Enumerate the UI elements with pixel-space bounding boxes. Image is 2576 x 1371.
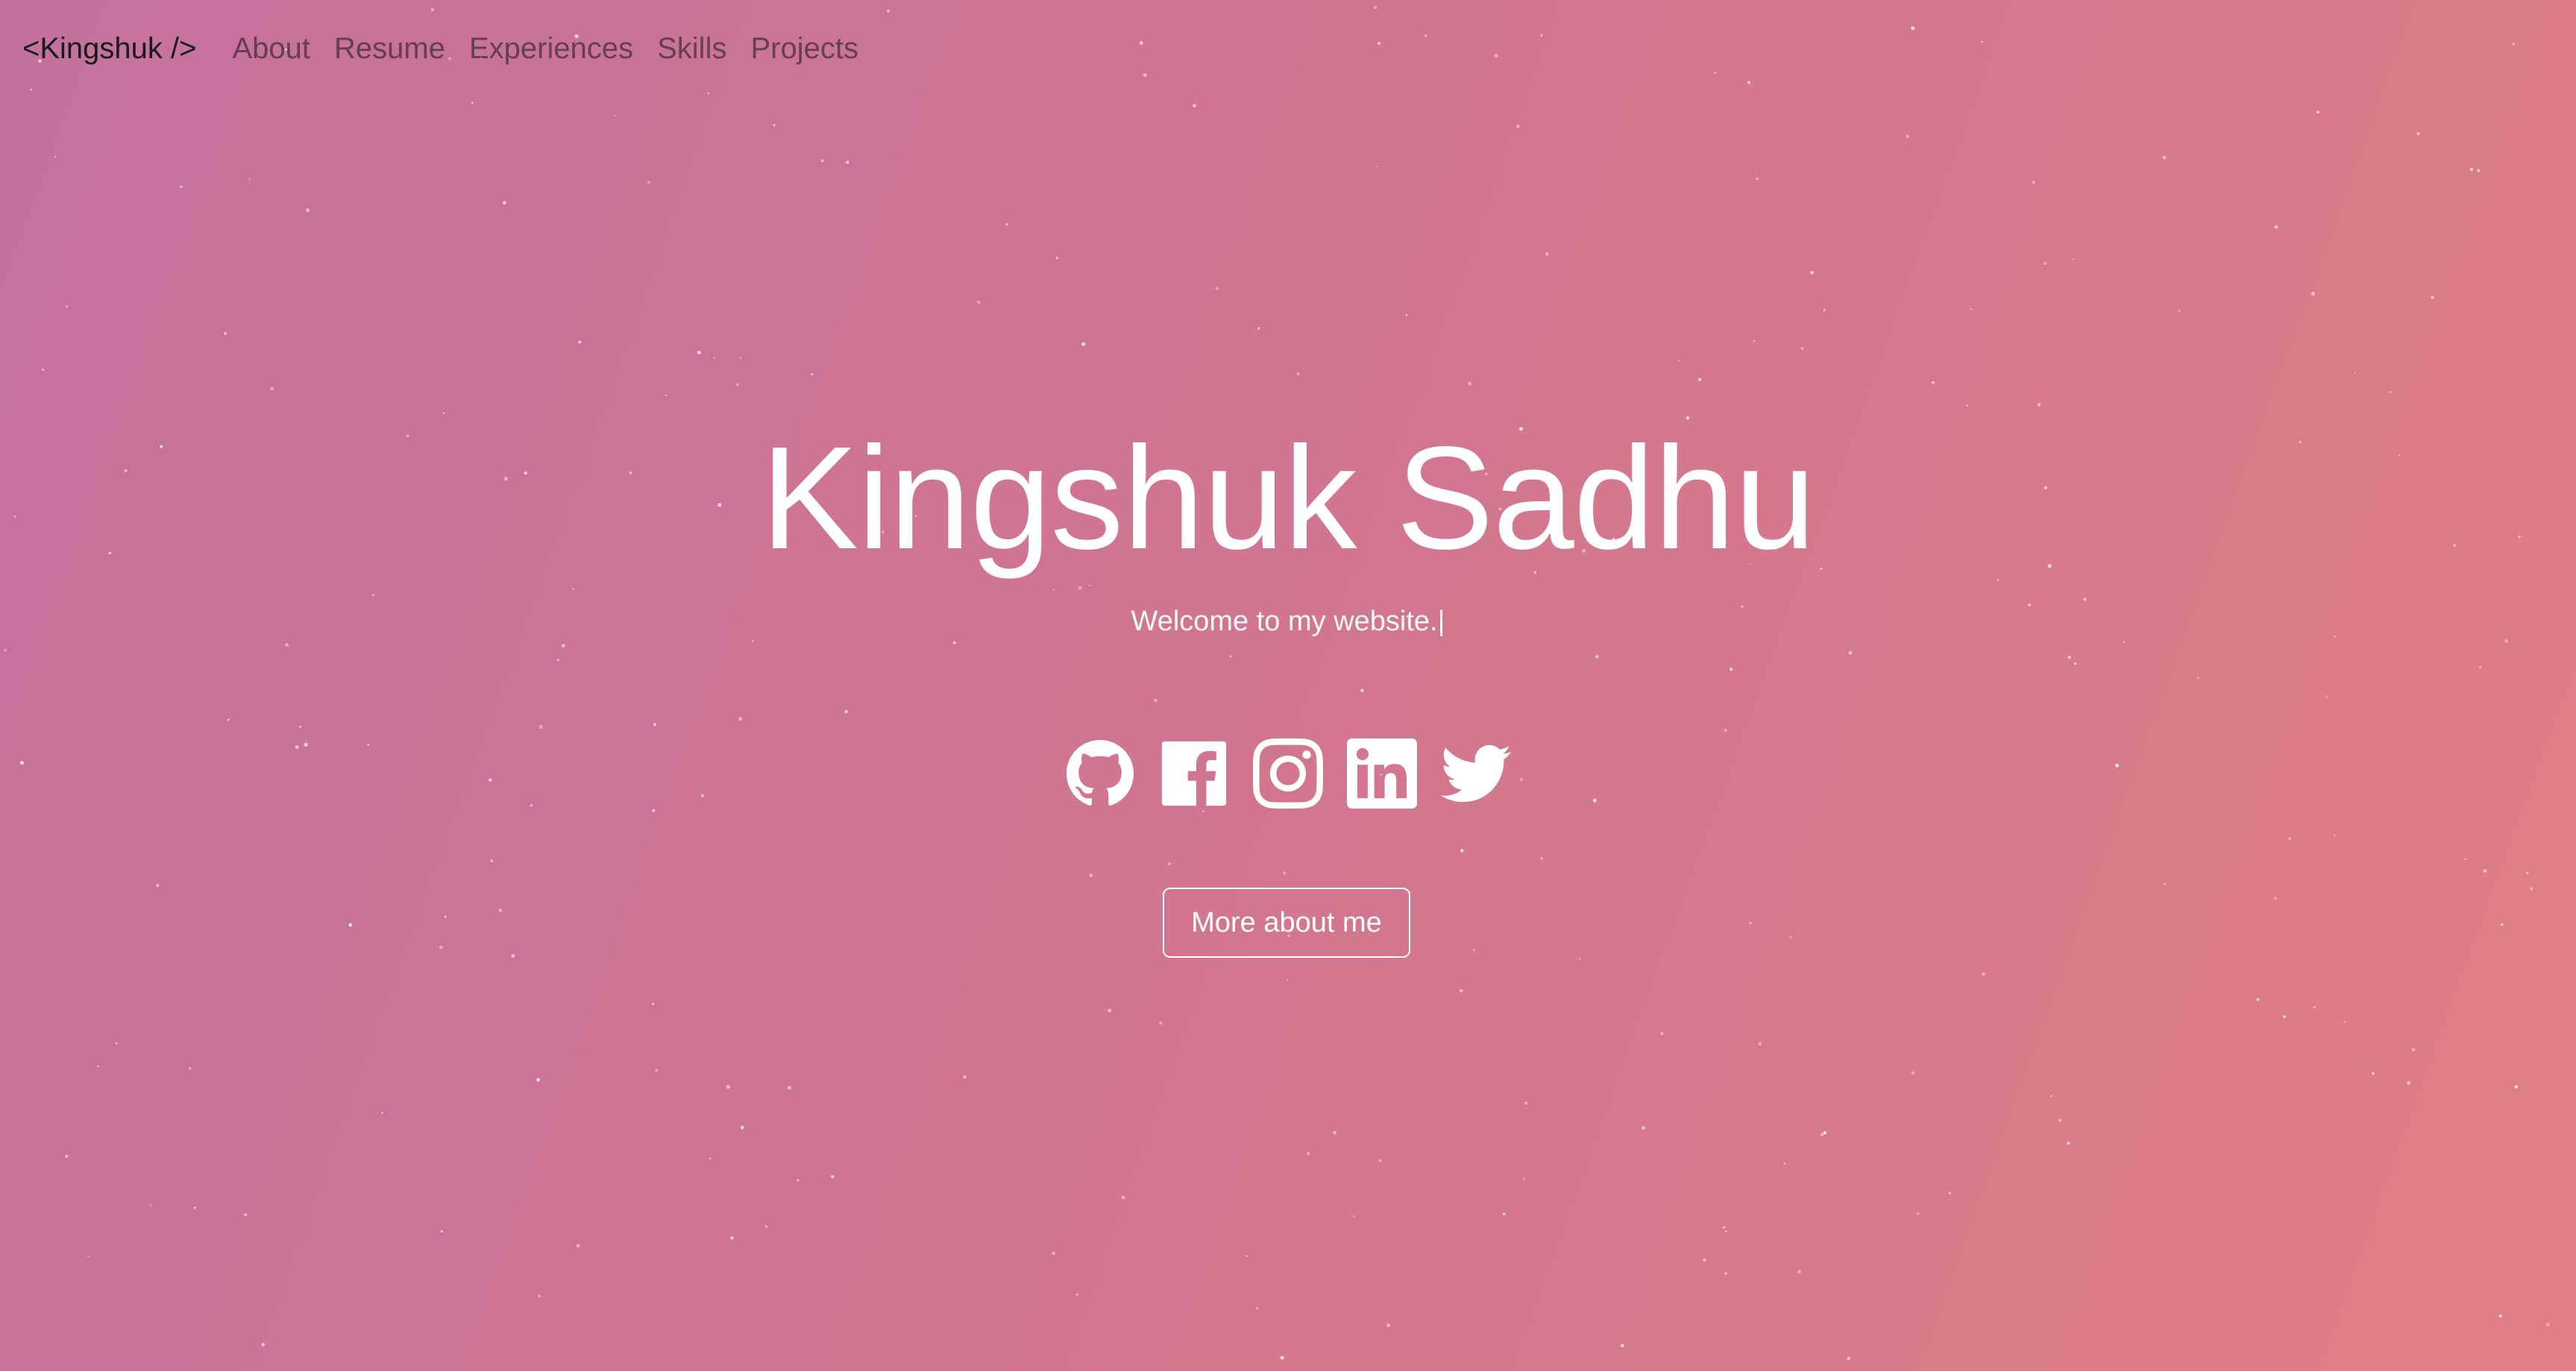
instagram-icon	[1253, 738, 1323, 809]
hero-section: Kingshuk Sadhu Welcome to my website.| M…	[0, 0, 2576, 1371]
linkedin-link[interactable]	[1347, 738, 1417, 809]
twitter-icon	[1441, 744, 1511, 803]
twitter-link[interactable]	[1441, 738, 1511, 809]
github-icon	[1066, 739, 1134, 806]
facebook-link[interactable]	[1159, 738, 1229, 809]
facebook-icon	[1161, 741, 1227, 806]
github-link[interactable]	[1065, 738, 1135, 809]
hero-name: Kingshuk Sadhu	[761, 416, 1816, 580]
instagram-link[interactable]	[1253, 738, 1323, 809]
hero-tagline: Welcome to my website.|	[1131, 606, 1445, 637]
social-links	[0, 738, 2576, 809]
more-about-me-button[interactable]: More about me	[1163, 888, 1410, 958]
linkedin-icon	[1347, 738, 1417, 809]
